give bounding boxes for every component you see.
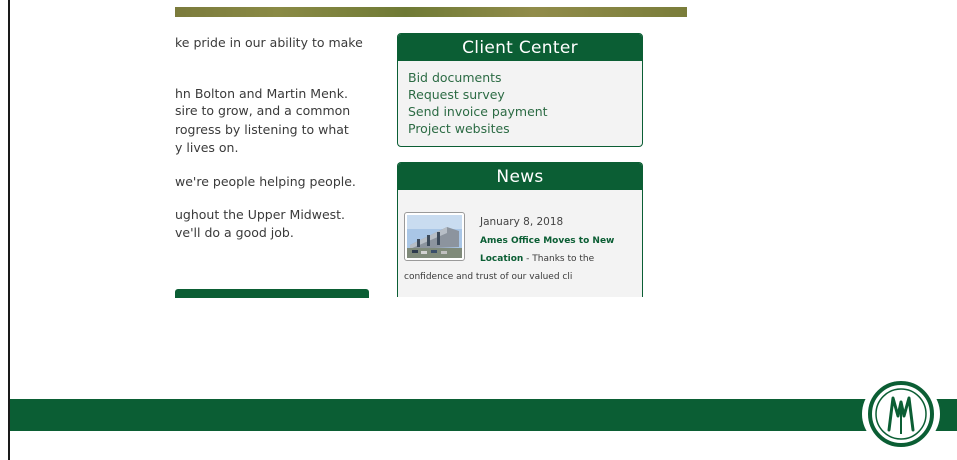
project-websites-link[interactable]: Project websites — [408, 120, 632, 137]
news-panel: News January 8, 2018 Ames Office Moves t… — [397, 162, 643, 297]
client-center-title: Client Center — [398, 34, 642, 61]
window-left-border — [8, 0, 10, 460]
news-date: January 8, 2018 — [480, 216, 564, 228]
about-text-line-6: we're people helping people. — [175, 174, 356, 189]
about-text-line-4: rogress by listening to what — [175, 122, 349, 137]
client-center-panel: Client Center Bid documents Request surv… — [397, 33, 643, 147]
bolton-menk-logo-icon — [868, 381, 934, 447]
news-headline-link[interactable]: Ames Office Moves to New — [480, 236, 614, 246]
news-snippet-line-2: confidence and trust of our valued cli — [404, 272, 573, 282]
hero-image-strip — [175, 7, 687, 17]
news-thumbnail[interactable] — [404, 212, 465, 261]
about-text-line-1: ke pride in our ability to make — [175, 35, 363, 50]
request-survey-link[interactable]: Request survey — [408, 86, 632, 103]
footer-logo[interactable] — [862, 380, 940, 448]
news-title: News — [398, 163, 642, 190]
about-text-line-7: ughout the Upper Midwest. — [175, 207, 346, 222]
news-headline-link-2[interactable]: Location — [480, 254, 523, 264]
news-headline-line: Ames Office Moves to New — [480, 232, 614, 250]
about-text-line-5: y lives on. — [175, 140, 239, 155]
about-text-line-3: sire to grow, and a common — [175, 103, 351, 118]
client-center-links: Bid documents Request survey Send invoic… — [398, 61, 642, 137]
office-building-photo-icon — [407, 215, 462, 258]
news-headline-line-2: Location - Thanks to the — [480, 250, 594, 268]
bid-documents-link[interactable]: Bid documents — [408, 69, 632, 86]
news-item: January 8, 2018 Ames Office Moves to New… — [398, 190, 642, 297]
learn-more-button[interactable] — [175, 289, 369, 298]
about-text-line-2: hn Bolton and Martin Menk. — [175, 86, 348, 101]
footer-band — [10, 399, 957, 431]
about-text-line-8: ve'll do a good job. — [175, 225, 294, 240]
news-snippet: - Thanks to the — [523, 254, 595, 264]
send-invoice-payment-link[interactable]: Send invoice payment — [408, 103, 632, 120]
